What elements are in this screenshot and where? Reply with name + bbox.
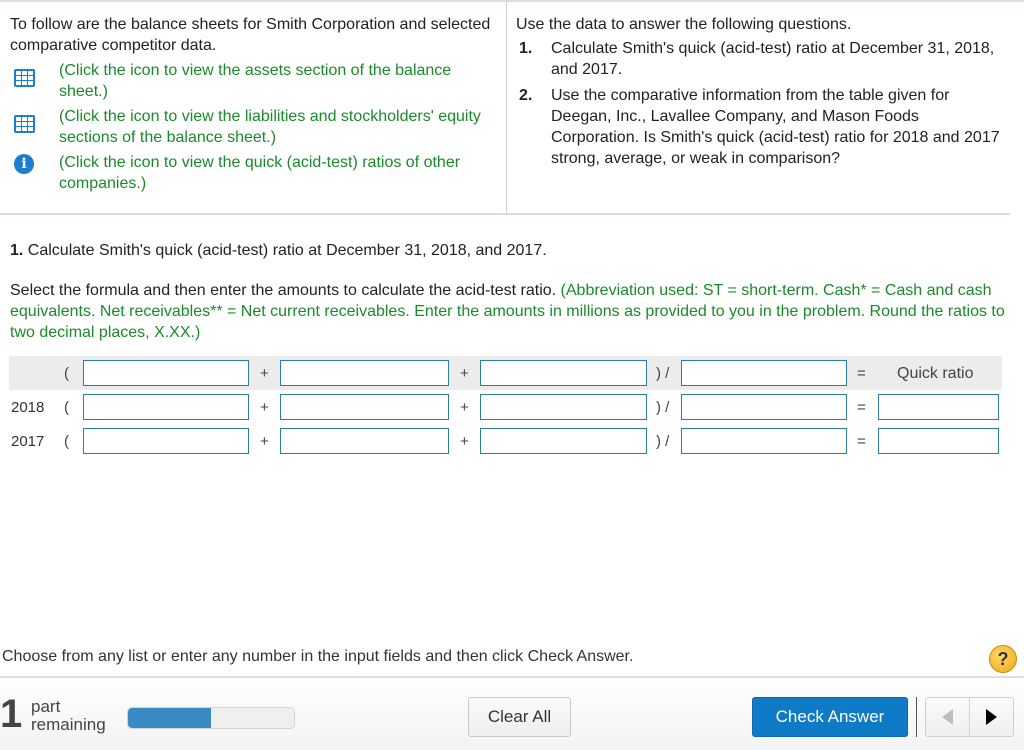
plus-sign: + <box>260 399 269 416</box>
plus-sign: + <box>460 399 469 416</box>
instructions: Select the formula and then enter the am… <box>10 280 1014 343</box>
plus-sign: + <box>260 365 269 382</box>
questions-panel: Use the data to answer the following que… <box>507 2 1017 214</box>
formula-denominator-select[interactable] <box>681 360 847 386</box>
parts-remaining-count: 1 <box>0 692 23 736</box>
formula-term-3-select[interactable] <box>480 360 647 386</box>
questions-intro: Use the data to answer the following que… <box>516 16 852 33</box>
open-paren: ( <box>64 399 69 416</box>
ratios-link-row[interactable]: i (Click the icon to view the quick (aci… <box>10 152 497 194</box>
intro-text: To follow are the balance sheets for Smi… <box>10 16 491 54</box>
amount-2018-term-3-input[interactable] <box>480 394 647 420</box>
question-item: 1. Calculate Smith's quick (acid-test) r… <box>516 38 1007 80</box>
amount-2018-term-1-input[interactable] <box>83 394 249 420</box>
plus-sign: + <box>460 433 469 450</box>
formula-row-2018: 2018 ( + + ) / = <box>9 390 1002 424</box>
data-panel: To follow are the balance sheets for Smi… <box>0 2 507 214</box>
question-number: 1. <box>519 40 533 57</box>
panels-divider <box>0 213 1010 215</box>
check-answer-button[interactable]: Check Answer <box>752 697 908 737</box>
triangle-left-icon <box>942 709 953 725</box>
liabilities-link[interactable]: (Click the icon to view the liabilities … <box>59 106 497 148</box>
ratios-link[interactable]: (Click the icon to view the quick (acid-… <box>59 152 497 194</box>
amount-2017-term-3-input[interactable] <box>480 428 647 454</box>
formula-term-2-select[interactable] <box>280 360 449 386</box>
question-text: Calculate Smith's quick (acid-test) rati… <box>551 40 995 78</box>
parts-remaining-label: part remaining <box>31 697 106 734</box>
formula-table: ( + + ) / = Quick ratio 2018 ( + + ) / =… <box>9 356 1002 458</box>
question-item: 2. Use the comparative information from … <box>516 85 1007 169</box>
amount-2018-denominator-input[interactable] <box>681 394 847 420</box>
help-icon[interactable]: ? <box>989 645 1017 673</box>
clear-all-button[interactable]: Clear All <box>468 697 571 737</box>
plus-sign: + <box>260 433 269 450</box>
open-paren: ( <box>64 433 69 450</box>
quick-ratio-2017-input[interactable] <box>878 428 999 454</box>
quick-ratio-2018-input[interactable] <box>878 394 999 420</box>
triangle-right-icon <box>986 709 997 725</box>
part-number: 1. <box>10 242 24 259</box>
table-grid-icon[interactable] <box>14 115 35 133</box>
progress-fill <box>128 708 211 728</box>
assets-link[interactable]: (Click the icon to view the assets secti… <box>59 60 497 102</box>
formula-row-2017: 2017 ( + + ) / = <box>9 424 1002 458</box>
equals-sign: = <box>857 433 866 450</box>
amount-2017-term-1-input[interactable] <box>83 428 249 454</box>
assets-link-row[interactable]: (Click the icon to view the assets secti… <box>10 60 497 102</box>
parts-remaining-text: part remaining <box>31 697 106 734</box>
button-separator <box>916 697 917 737</box>
questions-list: 1. Calculate Smith's quick (acid-test) r… <box>516 38 1007 169</box>
formula-header-row: ( + + ) / = Quick ratio <box>9 356 1002 390</box>
next-button[interactable] <box>970 698 1013 736</box>
part-heading: 1. Calculate Smith's quick (acid-test) r… <box>10 240 547 261</box>
equals-sign: = <box>857 399 866 416</box>
progress-bar <box>127 707 295 729</box>
amount-2017-denominator-input[interactable] <box>681 428 847 454</box>
close-paren-divide: ) / <box>656 365 670 382</box>
equals-sign: = <box>857 365 866 382</box>
formula-term-1-select[interactable] <box>83 360 249 386</box>
question-number: 2. <box>519 87 533 104</box>
row-year-label: 2017 <box>11 433 45 450</box>
quick-ratio-header: Quick ratio <box>897 365 974 382</box>
previous-button[interactable] <box>926 698 970 736</box>
amount-2018-term-2-input[interactable] <box>280 394 449 420</box>
question-navigation <box>925 697 1014 737</box>
footer-instructions: Choose from any list or enter any number… <box>2 648 634 665</box>
row-year-label: 2018 <box>11 399 45 416</box>
close-paren-divide: ) / <box>656 399 670 416</box>
instructions-text: Select the formula and then enter the am… <box>10 282 561 299</box>
question-text: Use the comparative information from the… <box>551 87 1000 167</box>
info-icon[interactable]: i <box>14 154 34 174</box>
part-heading-text: Calculate Smith's quick (acid-test) rati… <box>23 242 547 259</box>
amount-2017-term-2-input[interactable] <box>280 428 449 454</box>
open-paren: ( <box>64 365 69 382</box>
close-paren-divide: ) / <box>656 433 670 450</box>
table-grid-icon[interactable] <box>14 69 35 87</box>
liabilities-link-row[interactable]: (Click the icon to view the liabilities … <box>10 106 497 148</box>
plus-sign: + <box>460 365 469 382</box>
